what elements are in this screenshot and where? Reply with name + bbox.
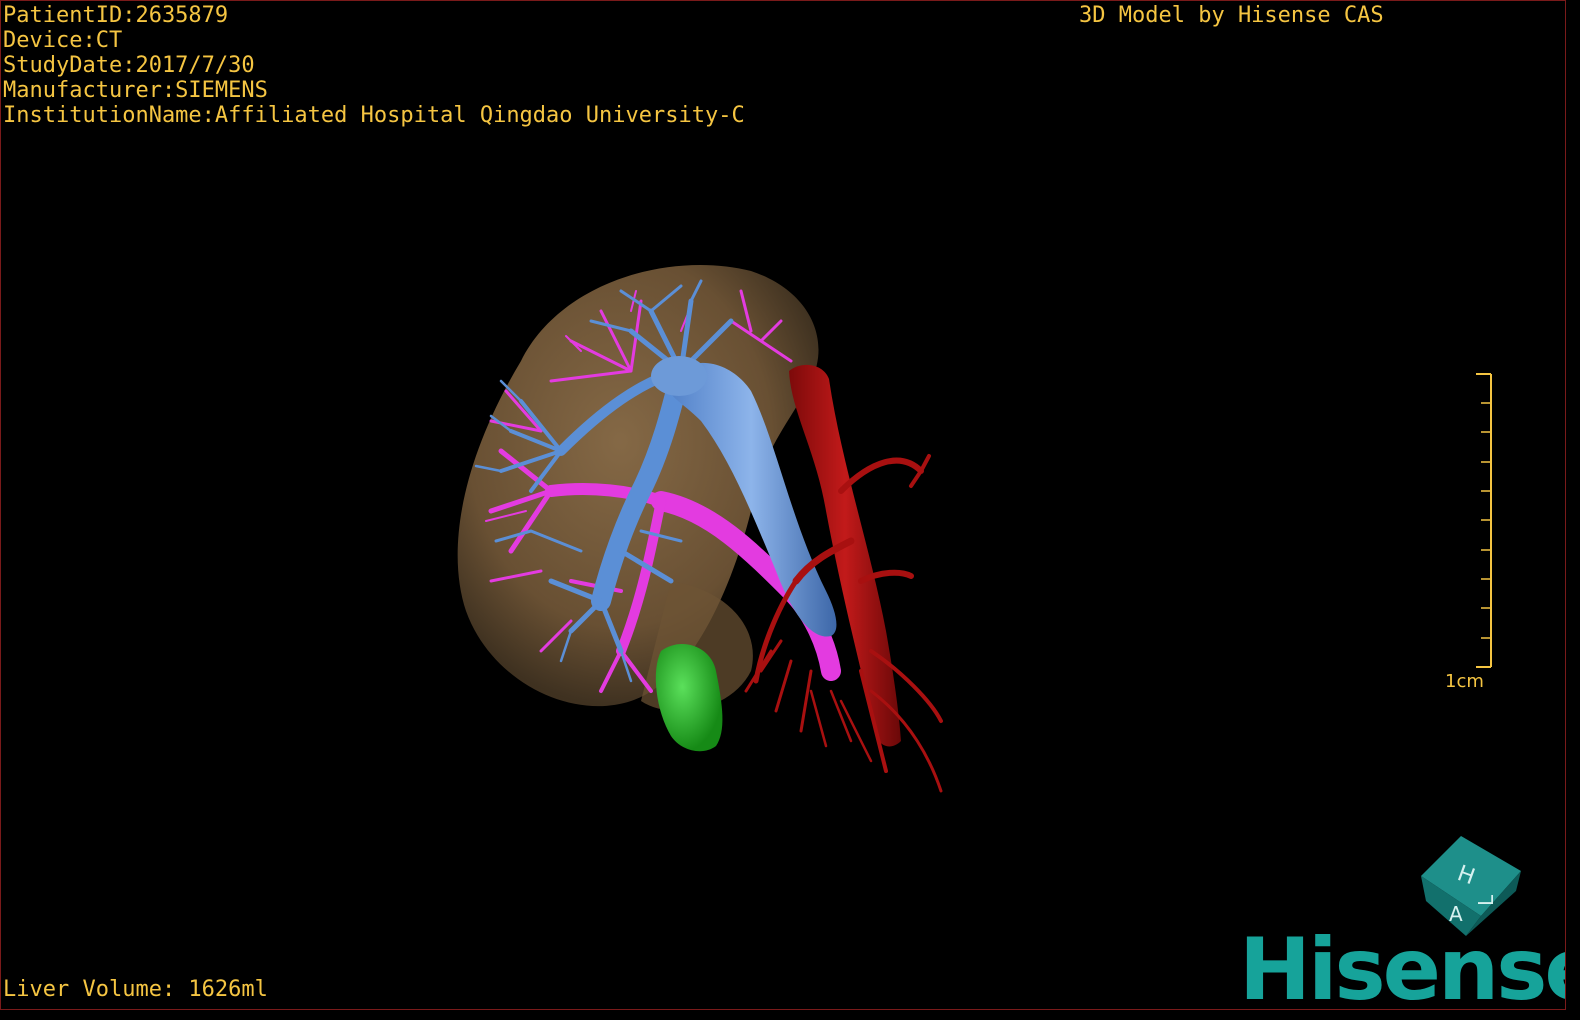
- patient-id: PatientID:2635879: [3, 3, 229, 28]
- model-credit: 3D Model by Hisense CAS: [1079, 3, 1384, 28]
- scale-bar: [1476, 373, 1492, 668]
- institution-name: InstitutionName:Affiliated Hospital Qing…: [3, 103, 745, 128]
- device: Device:CT: [3, 28, 123, 53]
- manufacturer: Manufacturer:SIEMENS: [3, 78, 268, 103]
- liver-volume: Liver Volume: 1626ml: [3, 977, 268, 1002]
- 3d-viewport[interactable]: PatientID:2635879 Device:CT StudyDate:20…: [0, 0, 1566, 1010]
- liver-3d-model[interactable]: [431, 251, 971, 811]
- hepatic-vein-confluence: [651, 356, 707, 396]
- study-date: StudyDate:2017/7/30: [3, 53, 255, 78]
- hisense-logo: Hisense: [1239, 920, 1566, 1010]
- cube-face-l: L: [1474, 894, 1498, 906]
- scale-label: 1cm: [1445, 671, 1484, 692]
